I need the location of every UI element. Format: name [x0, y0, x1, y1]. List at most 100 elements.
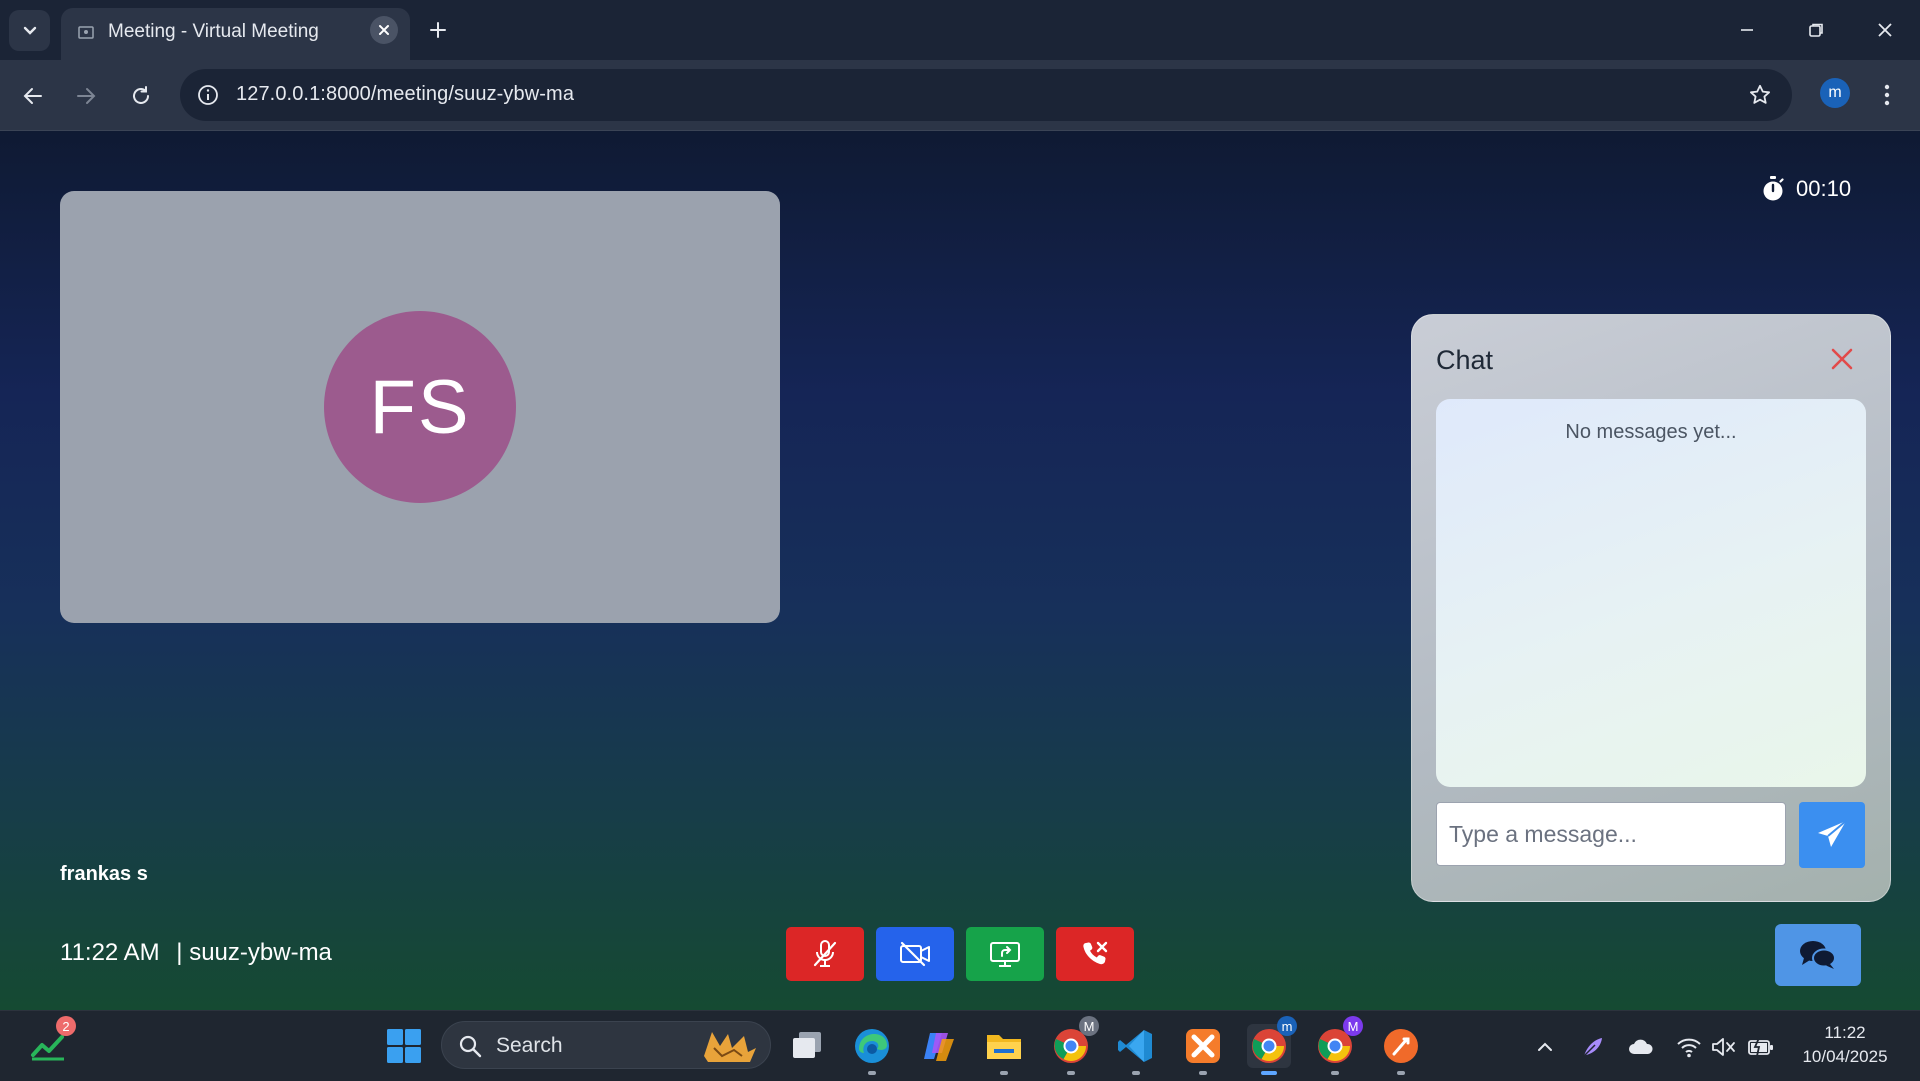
restore-button[interactable] [1798, 14, 1834, 46]
clock-time: 11:22 [1824, 1023, 1866, 1042]
profile-avatar[interactable]: m [1820, 78, 1850, 108]
task-view-button[interactable] [785, 1024, 829, 1068]
bookmark-star-icon[interactable] [1748, 83, 1772, 107]
running-indicator [1199, 1071, 1207, 1075]
minimize-icon [1741, 29, 1753, 31]
meeting-code: suuz-ybw-ma [189, 939, 332, 966]
task-view-icon [793, 1032, 821, 1058]
chat-message-input[interactable] [1436, 802, 1786, 866]
minimize-button[interactable] [1729, 14, 1765, 46]
vscode-icon [1118, 1030, 1152, 1062]
search-label: Search [496, 1034, 563, 1057]
edge-app[interactable] [850, 1024, 894, 1075]
pen-tray-button[interactable] [1579, 1033, 1607, 1061]
chat-empty-text: No messages yet... [1565, 421, 1737, 443]
running-indicator [1331, 1071, 1339, 1075]
postman-app[interactable] [1379, 1024, 1423, 1075]
file-explorer-app[interactable] [982, 1024, 1026, 1075]
chrome-app-profile-3[interactable]: M [1313, 1016, 1363, 1075]
active-indicator [1261, 1071, 1277, 1075]
volume-tray-button[interactable] [1710, 1033, 1738, 1061]
more-vertical-icon [1884, 84, 1890, 106]
meeting-info-separator: | [176, 939, 183, 966]
stocks-widget-icon [31, 1035, 64, 1061]
running-indicator [1067, 1071, 1075, 1075]
timer-text: 00:10 [1796, 176, 1852, 201]
widgets-button[interactable]: 2 [26, 1016, 76, 1068]
edge-browser-icon [855, 1029, 889, 1063]
participant-name: frankas s [60, 863, 148, 885]
camera-button[interactable] [876, 927, 954, 981]
postman-icon [1384, 1029, 1418, 1063]
close-window-button[interactable] [1867, 14, 1903, 46]
chat-send-button[interactable] [1799, 802, 1865, 868]
search-highlight-fox-icon [704, 1032, 756, 1062]
meeting-info: 11:22 AM | suuz-ybw-ma [60, 939, 332, 967]
site-info-icon[interactable] [196, 83, 220, 107]
arrow-left-icon [23, 88, 42, 104]
running-indicator [1000, 1071, 1008, 1075]
chrome-app-profile-1[interactable]: M [1049, 1016, 1099, 1075]
close-icon [379, 25, 389, 35]
chat-bubbles-icon [1800, 941, 1836, 969]
back-button[interactable] [15, 78, 51, 114]
volume-muted-icon [1712, 1038, 1735, 1056]
widgets-badge: 2 [56, 1016, 76, 1036]
chat-close-button[interactable] [1830, 347, 1854, 371]
chrome-profile-badge: m [1277, 1016, 1297, 1036]
start-button[interactable] [382, 1024, 426, 1068]
chevron-down-icon [23, 26, 36, 35]
tab-title: Meeting - Virtual Meeting [108, 21, 319, 42]
feather-pen-icon [1583, 1038, 1602, 1057]
new-tab-button[interactable] [424, 16, 452, 44]
chat-title: Chat [1436, 345, 1494, 375]
mute-button[interactable] [786, 927, 864, 981]
share-screen-icon [990, 942, 1020, 967]
restore-icon [1809, 23, 1823, 37]
chrome-app-profile-2[interactable]: m [1247, 1016, 1297, 1075]
system-clock[interactable]: 11:22 10/04/2025 [1790, 1021, 1900, 1069]
reload-icon [133, 86, 149, 104]
close-icon [1831, 348, 1853, 370]
cloud-icon [1629, 1039, 1653, 1054]
tab-close-button[interactable] [370, 16, 398, 44]
forward-button[interactable] [68, 78, 104, 114]
battery-tray-button[interactable] [1747, 1033, 1775, 1061]
tab-search-button[interactable] [9, 10, 50, 51]
onedrive-tray-button[interactable] [1627, 1033, 1655, 1061]
chat-panel: Chat No messages yet... [1411, 314, 1891, 902]
browser-tab-strip: Meeting - Virtual Meeting [0, 0, 1920, 60]
windows-taskbar: 2 Search M m M 11:22 10/04/2025 [0, 1010, 1920, 1081]
xampp-icon [1186, 1029, 1220, 1063]
address-bar[interactable]: 127.0.0.1:8000/meeting/suuz-ybw-ma [180, 69, 1792, 121]
arrow-right-icon [77, 88, 96, 104]
show-hidden-icons-button[interactable] [1531, 1033, 1559, 1061]
running-indicator [1132, 1071, 1140, 1075]
copilot-icon [924, 1033, 954, 1061]
meeting-page: 00:10 FS frankas s 11:22 AM | suuz-ybw-m… [0, 131, 1920, 1010]
reload-button[interactable] [123, 78, 159, 114]
browser-tab[interactable]: Meeting - Virtual Meeting [61, 8, 410, 60]
close-icon [1878, 23, 1892, 37]
wifi-tray-button[interactable] [1675, 1033, 1703, 1061]
chat-toggle-button[interactable] [1775, 924, 1861, 986]
copilot-app[interactable] [917, 1024, 961, 1068]
running-indicator [868, 1071, 876, 1075]
vscode-app[interactable] [1114, 1024, 1158, 1075]
chrome-profile-badge: M [1343, 1016, 1363, 1036]
running-indicator [1397, 1071, 1405, 1075]
phone-hangup-icon [1083, 941, 1108, 965]
wifi-icon [1677, 1038, 1701, 1058]
chat-messages-area[interactable]: No messages yet... [1436, 399, 1866, 787]
taskbar-search[interactable]: Search [441, 1021, 771, 1069]
share-screen-button[interactable] [966, 927, 1044, 981]
battery-charging-icon [1748, 1037, 1773, 1057]
paper-plane-icon [1818, 820, 1847, 847]
url-text: 127.0.0.1:8000/meeting/suuz-ybw-ma [236, 83, 575, 105]
xampp-app[interactable] [1181, 1024, 1225, 1075]
browser-menu-button[interactable] [1872, 78, 1902, 112]
stopwatch-icon [1763, 176, 1784, 201]
chevron-up-icon [1538, 1042, 1552, 1051]
leave-call-button[interactable] [1056, 927, 1134, 981]
chrome-profile-badge: M [1079, 1016, 1099, 1036]
